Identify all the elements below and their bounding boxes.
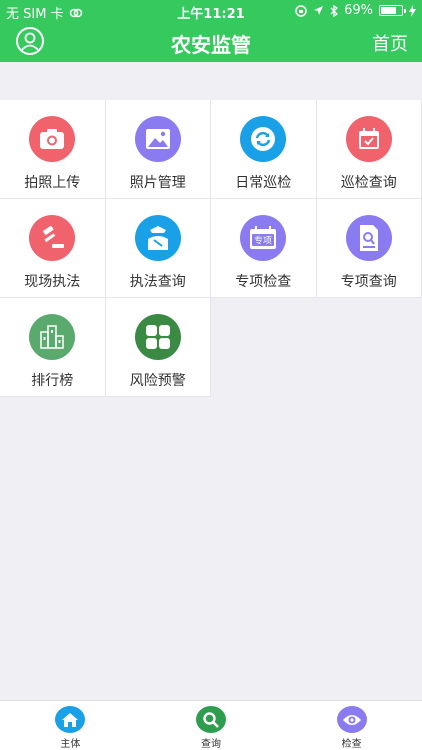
home-icon [55,706,86,733]
tab-query[interactable]: 查询 [141,701,282,750]
menu-item-special-query[interactable]: 专项查询 [316,199,422,298]
tab-bar: 主体 查询 检查 [0,700,422,750]
tab-label: 查询 [201,739,221,750]
menu-item-daily-inspection[interactable]: 日常巡检 [211,100,317,199]
menu-item-special-inspection[interactable]: 专项 专项检查 [211,199,317,298]
search-icon [196,706,226,733]
buildings-icon [29,314,76,360]
tab-main[interactable]: 主体 [0,701,141,750]
menu-item-enforcement-query[interactable]: 执法查询 [105,199,211,298]
menu-label: 风险预警 [129,373,186,389]
document-search-icon [345,215,392,261]
menu-label: 照片管理 [129,175,186,191]
camera-icon [29,116,76,162]
menu-label: 执法查询 [129,274,186,290]
officer-icon [134,215,181,261]
menu-label: 专项检查 [235,274,292,290]
bluetooth-icon [330,4,339,17]
menu-label: 现场执法 [24,274,81,290]
menu-label: 专项查询 [340,274,397,290]
page-title: 农安监管 [171,33,251,57]
location-icon [314,6,324,15]
battery-icon [379,5,406,16]
menu-item-inspection-query[interactable]: 巡检查询 [316,100,422,199]
grid-icon [134,314,181,360]
menu-label: 排行榜 [31,373,74,389]
image-icon [134,116,181,162]
menu-item-photo-manage[interactable]: 照片管理 [105,100,211,199]
tab-label: 主体 [60,739,81,750]
status-bar: 无 SIM 卡 上午11:21 69% [0,0,422,22]
lock-rotation-icon [295,4,307,17]
calendar-check-icon [345,116,392,162]
tab-check[interactable]: 检查 [281,701,422,750]
function-grid: 拍照上传 照片管理 日常巡检 巡检查询 现场执法 执法查询 专项 专项检查 专项… [0,100,422,397]
battery-percent: 69% [344,3,373,18]
gavel-icon [29,215,76,261]
menu-label: 巡检查询 [340,175,397,191]
tab-label: 检查 [341,739,362,750]
special-badge-text: 专项 [254,235,272,247]
menu-item-ranking[interactable]: 排行榜 [0,298,106,397]
nav-bar: 农安监管 首页 [0,22,422,62]
home-link[interactable]: 首页 [372,30,408,56]
eye-icon [336,706,367,733]
calendar-badge-icon: 专项 [240,215,287,261]
menu-item-onsite-enforcement[interactable]: 现场执法 [0,199,106,298]
menu-label: 拍照上传 [24,175,81,191]
charging-icon [409,4,416,17]
status-right: 69% [295,3,416,18]
menu-item-risk-warning[interactable]: 风险预警 [105,298,211,397]
refresh-icon [240,116,287,162]
menu-label: 日常巡检 [235,175,292,191]
menu-item-photo-upload[interactable]: 拍照上传 [0,100,106,199]
